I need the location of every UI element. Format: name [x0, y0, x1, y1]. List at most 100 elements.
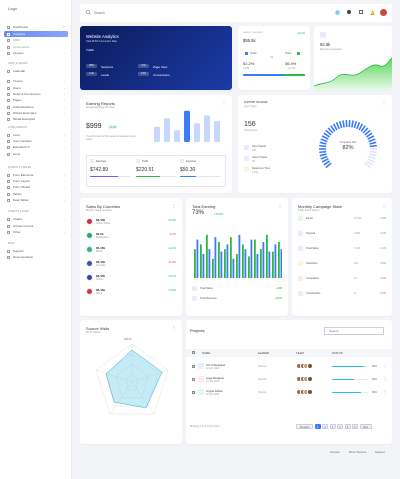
menu-item-icon	[7, 79, 10, 83]
sidebar-item-pages[interactable]: Pages ›	[4, 97, 68, 103]
earning-bar-blue	[268, 251, 271, 278]
sidebar-item-modal-examples[interactable]: Modal Examples	[4, 116, 68, 122]
source-visits-card: Source Visits 38.4k Visitors ⋮ 100/72	[80, 320, 182, 444]
country-flag-icon	[86, 246, 93, 253]
kebab-menu-icon[interactable]: ⋮	[172, 203, 176, 208]
new-tickets-value: 142	[252, 148, 256, 152]
sidebar-item-other[interactable]: Other ›	[4, 229, 68, 235]
sidebar-item-charts[interactable]: Charts ›	[4, 216, 68, 222]
menu-item-icon	[7, 145, 10, 149]
kebab-menu-icon[interactable]: ⋮	[172, 325, 176, 330]
sidebar-section-heading: FORMS & TABLES	[8, 166, 32, 169]
row-kebab-icon[interactable]: ⋮	[383, 363, 387, 368]
row-checkbox[interactable]	[192, 378, 195, 381]
campaign-row-pct: 2.1%	[380, 247, 386, 250]
footer-themes-link[interactable]: More Themes	[349, 450, 366, 454]
campaign-row-label: Opened	[306, 232, 316, 235]
gauge-tick	[319, 141, 327, 145]
projects-search-input[interactable]	[324, 327, 384, 335]
row-kebab-icon[interactable]: ⋮	[383, 376, 387, 381]
pagination-next-button[interactable]: Next	[359, 424, 372, 429]
gauge-value: 82%	[342, 145, 354, 151]
row-checkbox[interactable]	[192, 391, 195, 394]
pagination-page-button[interactable]: 3	[329, 424, 336, 429]
campaign-row-label: Unsubscribe	[306, 292, 321, 295]
kebab-menu-icon[interactable]: ⋮	[222, 100, 226, 105]
earning-bar	[184, 110, 190, 142]
menu-item-icon	[7, 224, 10, 228]
chevron-icon: ›	[64, 79, 65, 83]
search-input[interactable]	[94, 9, 214, 16]
language-icon[interactable]: 🌐	[335, 10, 340, 15]
menu-item-icon	[7, 92, 10, 96]
sidebar-item-icons[interactable]: Icons	[4, 151, 68, 157]
status-progress-fill	[332, 365, 365, 368]
kebab-menu-icon[interactable]: ⋮	[382, 203, 386, 208]
expense-icon	[180, 159, 184, 163]
visits-count: 12,749	[288, 67, 296, 70]
pagination-page-button[interactable]: 2	[322, 424, 328, 429]
visits-label: Visits	[285, 52, 292, 55]
total-revenue-value: +$126	[274, 297, 282, 300]
traffic-label: Traffic	[86, 48, 95, 52]
menu-item-icon	[7, 45, 10, 49]
sidebar-item-form-wizard[interactable]: Form Wizard ›	[4, 184, 68, 190]
sidebar-item-documentation[interactable]: Documentation	[4, 254, 68, 260]
gauge-tick	[319, 144, 327, 148]
theme-toggle-icon[interactable]	[347, 10, 351, 14]
footer-support-link[interactable]: Support	[375, 450, 385, 454]
gauge-tick	[319, 150, 327, 154]
earning-bar	[164, 118, 170, 142]
select-all-checkbox[interactable]	[192, 351, 195, 354]
row-kebab-icon[interactable]: ⋮	[383, 389, 387, 394]
notification-bell-icon[interactable]: 🔔	[370, 10, 375, 15]
kebab-menu-icon[interactable]: ⋮	[382, 100, 386, 105]
menu-item-icon	[7, 217, 10, 221]
radar-top-label: 100/72	[124, 338, 132, 341]
sidebar-item-label: Dashboard	[13, 25, 28, 29]
menu-item-icon	[7, 139, 10, 143]
earning-bar-blue	[196, 239, 199, 278]
sidebar-item-layouts[interactable]: Layouts ›	[4, 50, 68, 56]
sidebar-item-calendar[interactable]: Calendar	[4, 68, 68, 74]
monthly-campaign-card: Monthly Campaign State 8.52k Social Visi…	[292, 198, 392, 316]
pagination-page-button[interactable]: 5	[344, 424, 351, 429]
earning-bar-blue	[214, 237, 217, 278]
sidebar-item-label: Form Wizard	[13, 185, 31, 189]
sidebar-item-label: Authentications	[13, 105, 34, 109]
country-change: ↑12.4%	[167, 247, 176, 250]
earning-bar-green	[272, 251, 274, 278]
pagination-previous-button[interactable]: Previous	[296, 424, 313, 429]
sidebar-item-data-tables[interactable]: Data Tables ›	[4, 197, 68, 203]
cart-icon	[245, 52, 248, 55]
col-team[interactable]: TEAM	[296, 351, 304, 355]
total-sales-value: +$98	[276, 287, 282, 290]
col-name[interactable]: NAME	[202, 351, 210, 355]
sidebar-item-invoice[interactable]: Invoice ›	[4, 78, 68, 84]
earning-bar-green	[200, 244, 202, 278]
search-icon[interactable]	[86, 10, 91, 15]
col-leader[interactable]: LEADER	[258, 351, 269, 355]
pagination-page-button[interactable]: 6	[352, 424, 358, 429]
order-pct: 62.2%	[243, 61, 255, 66]
footer-license-link[interactable]: License	[330, 450, 340, 454]
col-status[interactable]: STATUS	[332, 351, 343, 355]
kebab-menu-icon[interactable]: ⋮	[278, 203, 282, 208]
clock-icon	[244, 167, 249, 172]
campaign-row-count: 12,346	[354, 217, 362, 220]
campaign-row-pct: 0.2%	[380, 292, 386, 295]
sidebar-item-label: User Interface	[13, 139, 32, 143]
country-flag-icon	[86, 274, 93, 281]
gauge-tick	[369, 150, 377, 154]
sidebar-item-crm[interactable]: CRM	[4, 37, 68, 43]
row-checkbox[interactable]	[192, 365, 195, 368]
menu-item-icon	[7, 255, 10, 259]
sidebar-item-label: Extended UI	[13, 145, 30, 149]
earning-bar-green	[194, 249, 196, 278]
pagination-page-button[interactable]: 4	[337, 424, 343, 429]
pagination-page-button[interactable]: 1	[314, 424, 321, 429]
sidebar-item-dashboard[interactable]: Dashboard ∨	[4, 24, 68, 30]
shortcuts-icon[interactable]	[359, 10, 363, 14]
avatar[interactable]	[380, 9, 387, 16]
sidebar-item-extended-ui[interactable]: Extended UI ›	[4, 144, 68, 150]
